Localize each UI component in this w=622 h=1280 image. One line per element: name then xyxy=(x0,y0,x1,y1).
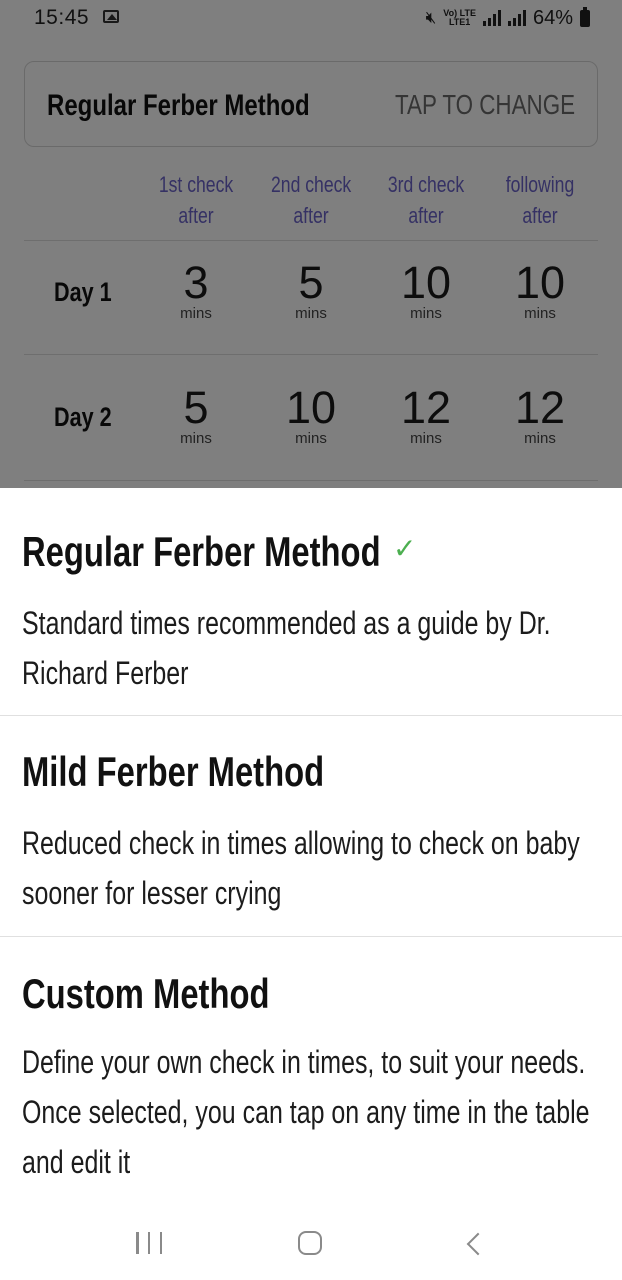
gallery-notification-icon xyxy=(103,10,119,23)
column-header-3: 3rd check after xyxy=(376,169,476,231)
check-time-value: 12 xyxy=(514,382,566,433)
check-time-value: 10 xyxy=(285,382,337,433)
column-header-line2: after xyxy=(178,203,214,228)
day-1-check-3[interactable]: 10 mins xyxy=(376,257,476,322)
option-title: Mild Ferber Method xyxy=(22,748,325,795)
method-options-sheet: Regular Ferber Method ✓ Standard times r… xyxy=(0,488,622,1280)
back-icon[interactable] xyxy=(466,1232,490,1256)
column-header-2: 2nd check after xyxy=(261,169,361,231)
status-bar: 15:45 🔇︎ Vo) LTE LTE1 64% xyxy=(0,0,622,38)
day-2-label: Day 2 xyxy=(54,402,112,432)
check-time-unit: mins xyxy=(524,430,556,447)
day-1-label: Day 1 xyxy=(54,277,112,307)
day-2-check-3[interactable]: 12 mins xyxy=(376,382,476,447)
check-time-unit: mins xyxy=(180,305,212,322)
column-header-line2: after xyxy=(522,203,558,228)
navigation-bar xyxy=(0,1205,622,1280)
recents-icon[interactable] xyxy=(136,1232,162,1254)
option-description: Define your own check in times, to suit … xyxy=(22,1044,590,1180)
day-2-check-1[interactable]: 5 mins xyxy=(146,382,246,447)
column-header-line2: after xyxy=(408,203,444,228)
battery-percentage: 64% xyxy=(532,6,573,29)
check-time-value: 10 xyxy=(400,257,452,308)
option-regular-ferber[interactable]: Regular Ferber Method ✓ Standard times r… xyxy=(0,488,622,715)
day-1-check-2[interactable]: 5 mins xyxy=(261,257,361,322)
column-header-4: following after xyxy=(490,169,590,231)
option-description: Reduced check in times allowing to check… xyxy=(22,825,580,911)
network-type-icon: Vo) LTE LTE1 xyxy=(443,9,476,27)
check-time-unit: mins xyxy=(295,430,327,447)
option-title: Custom Method xyxy=(22,970,270,1017)
table-divider xyxy=(24,240,598,241)
check-time-unit: mins xyxy=(410,430,442,447)
check-icon: ✓ xyxy=(393,533,417,564)
tap-to-change-button[interactable]: TAP TO CHANGE xyxy=(395,89,575,121)
check-time-value: 5 xyxy=(183,382,209,433)
column-header-1: 1st check after xyxy=(146,169,246,231)
check-time-unit: mins xyxy=(295,305,327,322)
option-custom[interactable]: Custom Method Define your own check in t… xyxy=(0,937,622,1197)
background-screen: 15:45 🔇︎ Vo) LTE LTE1 64% Regular Ferber… xyxy=(0,0,622,488)
option-mild-ferber[interactable]: Mild Ferber Method Reduced check in time… xyxy=(0,716,622,936)
option-title: Regular Ferber Method xyxy=(22,528,381,575)
day-1-check-following[interactable]: 10 mins xyxy=(490,257,590,322)
table-divider xyxy=(24,354,598,355)
check-time-value: 3 xyxy=(183,257,209,308)
battery-icon xyxy=(580,6,590,27)
day-2-check-2[interactable]: 10 mins xyxy=(261,382,361,447)
check-time-unit: mins xyxy=(410,305,442,322)
method-selector-card[interactable]: Regular Ferber Method TAP TO CHANGE xyxy=(24,61,598,147)
roaming-signal-icon xyxy=(507,10,526,26)
check-time-value: 12 xyxy=(400,382,452,433)
column-header-line2: after xyxy=(293,203,329,228)
mute-icon: 🔇︎ xyxy=(425,8,437,27)
column-header-line1: 3rd check xyxy=(387,172,465,197)
home-icon[interactable] xyxy=(298,1231,322,1255)
network-type-bottom: LTE1 xyxy=(448,17,471,27)
current-method-title: Regular Ferber Method xyxy=(47,89,310,122)
check-time-unit: mins xyxy=(180,430,212,447)
option-description: Standard times recommended as a guide by… xyxy=(22,605,551,691)
day-2-check-following[interactable]: 12 mins xyxy=(490,382,590,447)
status-time: 15:45 xyxy=(34,6,90,29)
column-header-line1: 2nd check xyxy=(271,172,352,197)
column-header-line1: following xyxy=(505,172,575,197)
table-divider xyxy=(24,480,598,481)
column-header-line1: 1st check xyxy=(158,172,234,197)
day-1-check-1[interactable]: 3 mins xyxy=(146,257,246,322)
check-time-value: 10 xyxy=(514,257,566,308)
check-time-unit: mins xyxy=(524,305,556,322)
signal-icon xyxy=(482,10,501,26)
status-icons: 🔇︎ Vo) LTE LTE1 64% xyxy=(426,6,590,30)
check-time-value: 5 xyxy=(298,257,324,308)
